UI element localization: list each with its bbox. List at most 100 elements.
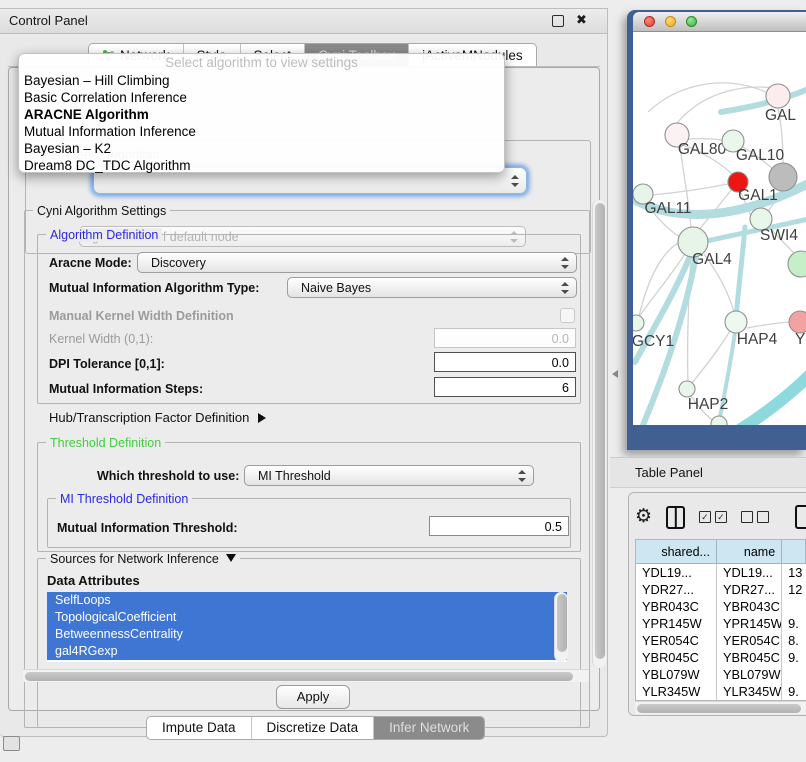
node-hap4[interactable] xyxy=(725,311,747,333)
network-canvas[interactable]: GALGAL80GAL10GAL1GAL11SWI4GAL4GCY1HAP4YH… xyxy=(633,32,806,425)
attribute-item[interactable]: gal4RGexp xyxy=(47,643,567,660)
node-green-right[interactable] xyxy=(788,251,806,277)
close-window-icon[interactable] xyxy=(644,16,655,27)
attribute-item[interactable]: BetweennessCentrality xyxy=(47,626,567,643)
aracne-mode-combo[interactable]: Discovery xyxy=(137,252,577,273)
column-header[interactable]: shared... xyxy=(636,540,717,564)
table-cell: YER054C xyxy=(717,632,782,649)
table-cell: YDR27... xyxy=(636,581,717,598)
mi-steps-field[interactable]: 6 xyxy=(434,377,576,397)
settings-vertical-scrollbar[interactable] xyxy=(592,200,606,668)
mi-threshold-field[interactable]: 0.5 xyxy=(429,516,569,536)
network-nodes[interactable]: GALGAL80GAL10GAL1GAL11SWI4GAL4GCY1HAP4YH… xyxy=(633,84,806,425)
table-panel-window: ⚙ ✓✓ shared...name YDL19...YDL19...13YDR… xyxy=(628,492,806,716)
table-cell: YBR043C xyxy=(717,598,782,615)
sources-expander[interactable]: Sources for Network Inference xyxy=(46,552,240,566)
panel-collapse-arrow-icon[interactable] xyxy=(612,370,618,378)
hub-definition-label: Hub/Transcription Factor Definition xyxy=(49,410,249,425)
table-cell: 13 xyxy=(782,564,806,581)
table-row[interactable]: YBL079WYBL079W xyxy=(636,666,806,683)
settings-horizontal-scrollbar[interactable] xyxy=(23,669,589,682)
table-row[interactable]: YDL19...YDL19...13 xyxy=(636,564,806,581)
gear-icon[interactable]: ⚙ xyxy=(635,507,652,527)
columns-icon[interactable] xyxy=(666,506,685,529)
network-view-window: GALGAL80GAL10GAL1GAL11SWI4GAL4GCY1HAP4YH… xyxy=(627,10,806,450)
algorithm-option[interactable]: Bayesian – K2 xyxy=(19,140,504,157)
select-all-checks-icon[interactable]: ✓✓ xyxy=(699,511,727,523)
table-cell: YBL079W xyxy=(717,666,782,683)
node-hap2[interactable] xyxy=(679,381,695,397)
attribute-item[interactable]: TopologicalCoefficient xyxy=(47,609,567,626)
table-row[interactable]: YPR145WYPR145W9. xyxy=(636,615,806,632)
float-panel-icon[interactable] xyxy=(552,15,564,27)
algorithm-option[interactable]: Basic Correlation Inference xyxy=(19,89,504,106)
node-gal1-label: GAL1 xyxy=(738,187,778,204)
table-cell: 12 xyxy=(782,581,806,598)
apply-button[interactable]: Apply xyxy=(276,685,350,709)
mi-algorithm-type-combo[interactable]: Naive Bayes xyxy=(287,277,577,298)
which-threshold-combo[interactable]: MI Threshold xyxy=(244,465,534,486)
column-header[interactable] xyxy=(782,540,806,564)
deselect-all-checks-icon[interactable] xyxy=(741,511,769,523)
node-gcy1-label: GCY1 xyxy=(633,333,674,350)
node-bottom[interactable] xyxy=(711,416,727,425)
manual-kernel-width-checkbox[interactable] xyxy=(560,308,575,323)
minimize-window-icon[interactable] xyxy=(665,16,676,27)
control-panel-title: Control Panel xyxy=(9,13,88,28)
expand-right-icon xyxy=(258,413,266,423)
attribute-item[interactable]: SelfLoops xyxy=(47,592,567,609)
table-cell: YLR345W xyxy=(636,683,717,700)
mi-threshold-label: Mutual Information Threshold: xyxy=(57,521,238,535)
node-gray[interactable] xyxy=(769,163,797,191)
tab-impute-data[interactable]: Impute Data xyxy=(147,717,252,739)
node-gcy1[interactable] xyxy=(633,315,644,331)
table-cell: 9. xyxy=(782,649,806,666)
node-hap2-label: HAP2 xyxy=(688,396,729,413)
table-row[interactable]: YDR27...YDR27...12 xyxy=(636,581,806,598)
table-cell: YBL079W xyxy=(636,666,717,683)
attributes-scrollbar[interactable] xyxy=(554,592,568,662)
algorithm-definition-title: Algorithm Definition xyxy=(46,228,162,242)
node-salmon-label: Y xyxy=(795,331,805,348)
which-threshold-label: Which threshold to use: xyxy=(97,469,239,483)
mi-algorithm-type-label: Mutual Information Algorithm Type: xyxy=(49,281,259,295)
node-hap4-label: HAP4 xyxy=(737,331,778,348)
node-salmon[interactable] xyxy=(789,311,806,333)
tab-discretize-data[interactable]: Discretize Data xyxy=(252,717,375,739)
table-row[interactable]: YBR045CYBR045C9. xyxy=(636,649,806,666)
table-horizontal-scrollbar[interactable] xyxy=(635,701,806,714)
table-panel-title: Table Panel xyxy=(635,465,703,480)
node-table[interactable]: shared...name YDL19...YDL19...13YDR27...… xyxy=(635,539,806,701)
algorithm-dropdown-popup: Select algorithm to view settings Bayesi… xyxy=(18,53,505,173)
tab-infer-network[interactable]: Infer Network xyxy=(374,717,484,739)
algorithm-option[interactable]: Mutual Information Inference xyxy=(19,123,504,140)
close-panel-icon[interactable]: ✖ xyxy=(576,12,587,28)
node-swi4-label: SWI4 xyxy=(760,227,798,244)
table-header-row[interactable]: shared...name xyxy=(636,540,806,564)
data-attributes-list[interactable]: SelfLoopsTopologicalCoefficientBetweenne… xyxy=(47,592,567,662)
mi-steps-label: Mutual Information Steps: xyxy=(49,382,203,396)
stepper-icon xyxy=(518,470,526,482)
data-attributes-label: Data Attributes xyxy=(47,573,140,588)
export-table-icon[interactable] xyxy=(795,505,806,529)
hub-definition-expander[interactable]: Hub/Transcription Factor Definition xyxy=(49,410,266,425)
mi-algorithm-type-value: Naive Bayes xyxy=(301,281,371,295)
manual-kernel-width-label: Manual Kernel Width Definition xyxy=(49,309,234,323)
minimized-panel-icon[interactable] xyxy=(3,736,20,751)
column-header[interactable]: name xyxy=(717,540,782,564)
node-top-pink[interactable] xyxy=(766,84,790,108)
stepper-icon xyxy=(561,257,569,269)
algorithm-option[interactable]: Bayesian – Hill Climbing xyxy=(19,72,504,89)
algorithm-option[interactable]: Dream8 DC_TDC Algorithm xyxy=(19,157,504,174)
cyni-bottom-tabbar: Impute DataDiscretize DataInfer Network xyxy=(146,716,485,740)
collapse-down-icon xyxy=(226,554,236,562)
stepper-icon xyxy=(561,282,569,294)
table-row[interactable]: YBR043CYBR043C xyxy=(636,598,806,615)
table-row[interactable]: YLR345WYLR345W9. xyxy=(636,683,806,700)
dpi-tolerance-field[interactable]: 0.0 xyxy=(434,352,576,372)
algorithm-option[interactable]: ARACNE Algorithm xyxy=(19,106,504,123)
threshold-definition-title: Threshold Definition xyxy=(46,436,165,450)
zoom-window-icon[interactable] xyxy=(686,16,697,27)
table-row[interactable]: YER054CYER054C8. xyxy=(636,632,806,649)
control-panel-header: Control Panel ✖ xyxy=(0,9,607,34)
